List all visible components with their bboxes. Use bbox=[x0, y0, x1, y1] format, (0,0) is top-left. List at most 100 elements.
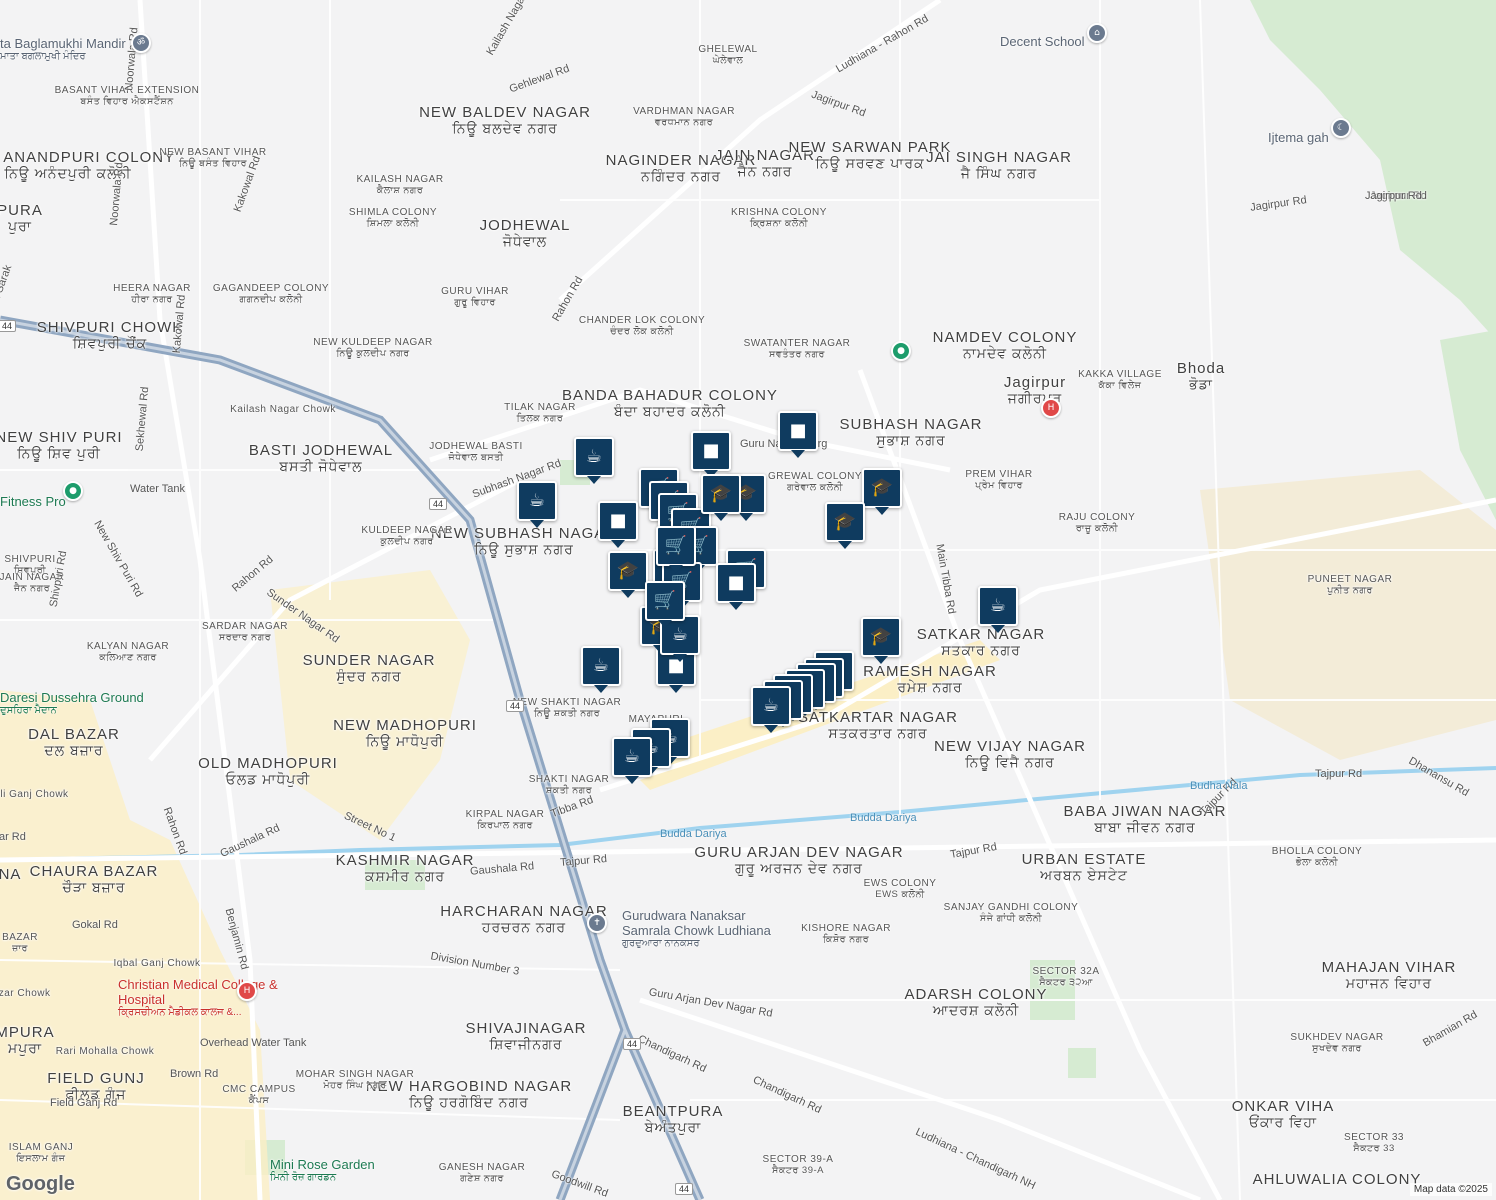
green-area bbox=[1440, 330, 1496, 520]
locality-name: KASHMIR NAGAR bbox=[335, 851, 475, 869]
locality-name-punjabi: ਕੈਲਾਸ਼ ਨਗਰ bbox=[376, 184, 424, 196]
map-attribution[interactable]: Map data ©2025 bbox=[1409, 1183, 1492, 1196]
locality-name-punjabi: ਤਿਲਕ ਨਗਰ bbox=[516, 412, 564, 424]
locality-label: GURU VIHAR ਗੁਰੂ ਵਿਹਾਰ bbox=[441, 285, 509, 307]
locality-name-punjabi: ਰਾਜੂ ਕਲੋਨੀ bbox=[1075, 522, 1119, 534]
hospital-icon[interactable]: H bbox=[237, 981, 257, 1001]
map-marker-shopping-bag[interactable]: ■ bbox=[691, 431, 731, 471]
locality-name-punjabi: ਨਿਊ ਬਲਦੇਵ ਨਗਰ bbox=[452, 119, 558, 136]
place-name-punjabi: ਗੁਰਦੁਆਰਾ ਨਾਨਕਸਰ bbox=[622, 938, 700, 949]
map-marker-coffee[interactable]: ☕ bbox=[978, 586, 1018, 626]
locality-name: GREWAL COLONY bbox=[767, 470, 863, 482]
locality-label: MPURA ਮਪੁਰਾ bbox=[0, 1025, 55, 1055]
road-label: Brown Rd bbox=[170, 1068, 219, 1080]
locality-label: PUNEET NAGAR ਪੁਨੀਤ ਨਗਰ bbox=[1308, 574, 1393, 595]
place-label[interactable]: ta Baglamukhi Mandir ਮਾਤਾ ਬਗਲਾਮੁਖੀ ਮੰਦਿਰ bbox=[0, 36, 126, 62]
locality-label: AHLUWALIA COLONY bbox=[1253, 1172, 1422, 1188]
locality-label: SATKAR NAGAR ਸਤਕਾਰ ਨਗਰ bbox=[917, 627, 1045, 657]
locality-name: RAJU COLONY bbox=[1058, 511, 1136, 523]
place-label[interactable]: Gurudwara Nanaksar Samrala Chowk Ludhian… bbox=[622, 908, 782, 949]
locality-name: BHOLLA COLONY bbox=[1271, 845, 1363, 857]
locality-name: OLD MADHOPURI bbox=[198, 754, 338, 772]
locality-name: KALYAN NAGAR bbox=[86, 640, 170, 652]
locality-label: SATKARTAR NAGAR ਸਤਕਰਤਾਰ ਨਗਰ bbox=[798, 710, 958, 740]
locality-label: EWS COLONY EWS ਕਲੋਨੀ bbox=[864, 878, 937, 899]
temple-icon[interactable]: ॐ bbox=[131, 33, 151, 53]
map-marker-cart[interactable]: 🛒 bbox=[656, 526, 696, 566]
map-marker-coffee[interactable]: ☕ bbox=[574, 437, 614, 477]
map-marker-coffee[interactable]: ☕ bbox=[581, 646, 621, 686]
locality-label: NEW SHAKTI NAGAR ਨਿਊ ਸ਼ਕਤੀ ਨਗਰ bbox=[513, 697, 622, 718]
school-icon: 🎓 bbox=[870, 477, 894, 498]
locality-name-punjabi: ਜ਼ਾਰ bbox=[12, 942, 28, 954]
locality-name: NEW SHIV PURI bbox=[0, 428, 123, 446]
poi-green-icon[interactable]: ● bbox=[891, 341, 911, 361]
school-icon: 🎓 bbox=[616, 560, 640, 581]
locality-name: PREM VIHAR bbox=[965, 468, 1033, 480]
locality-name: NEW ANANDPURI COLONY bbox=[0, 148, 176, 166]
water-label: Overhead Water Tank bbox=[200, 1037, 307, 1049]
map-marker-cart[interactable]: 🛒 bbox=[645, 581, 685, 621]
locality-name: GURU VIHAR bbox=[441, 285, 509, 297]
map-canvas[interactable]: NEW BALDEV NAGAR ਨਿਊ ਬਲਦੇਵ ਨਗਰ GHELEWAL ਘੇਲ… bbox=[0, 0, 1496, 1200]
water-label: Budda Dariya bbox=[850, 812, 917, 824]
map-marker-shopping-bag[interactable]: ■ bbox=[598, 501, 638, 541]
locality-name: SATKAR NAGAR bbox=[916, 625, 1046, 643]
locality-name-punjabi: ਆਦਰਸ਼ ਕਲੋਨੀ bbox=[932, 1001, 1020, 1018]
locality-name-punjabi: ਕਿਰਪਾਲ ਨਗਰ bbox=[477, 819, 533, 831]
map-marker-coffee[interactable]: ☕ bbox=[751, 686, 791, 726]
map-marker-school[interactable]: 🎓 bbox=[861, 617, 901, 657]
locality-label: Kailash Nagar Chowk bbox=[230, 404, 336, 416]
locality-name-punjabi: ਸਤਕਾਰ ਨਗਰ bbox=[941, 641, 1021, 658]
map-marker-shopping-bag[interactable]: ■ bbox=[778, 411, 818, 451]
place-name: ta Baglamukhi Mandir bbox=[0, 36, 126, 51]
locality-name: SUNDER NAGAR bbox=[302, 651, 436, 669]
green-area bbox=[1250, 0, 1496, 340]
locality-name-punjabi: ਚੌੜਾ ਬਜ਼ਾਰ bbox=[62, 878, 126, 895]
locality-name-punjabi: ਸੰਜੇ ਗਾਂਧੀ ਕਲੋਨੀ bbox=[979, 912, 1043, 924]
worship-icon[interactable]: ✝ bbox=[587, 913, 607, 933]
locality-name-punjabi: ਨਾਮਦੇਵ ਕਲੋਨੀ bbox=[963, 344, 1047, 361]
locality-name: KAKKA VILLAGE bbox=[1078, 368, 1162, 380]
locality-name-punjabi: ਨਿਊ ਹਰਗੋਬਿੰਦ ਨਗਰ bbox=[409, 1093, 529, 1110]
locality-label: SUBHASH NAGAR ਸੁਭਾਸ਼ ਨਗਰ bbox=[839, 417, 982, 447]
locality-label: JODHEWAL BASTI ਜੋਧੇਵਾਲ ਬਸਤੀ bbox=[429, 441, 523, 463]
map-marker-school[interactable]: 🎓 bbox=[862, 468, 902, 508]
place-label[interactable]: Fitness Pro bbox=[0, 494, 66, 509]
locality-label: Mali Ganj Chowk bbox=[0, 789, 69, 801]
shopping-bag-icon: ■ bbox=[727, 572, 745, 593]
place-label[interactable]: Ijtema gah bbox=[1268, 130, 1329, 145]
locality-name-punjabi: ਜੋਧੇਵਾਲ ਬਸਤੀ bbox=[448, 451, 504, 463]
locality-name-punjabi: ਭੋਡਾ bbox=[1189, 375, 1213, 392]
gym-icon[interactable]: ● bbox=[63, 481, 83, 501]
locality-label: SUNDER NAGAR ਸੁੰਦਰ ਨਗਰ bbox=[303, 653, 436, 683]
locality-name-punjabi: ਨਿਊ ਅਨੰਦਪੁਰੀ ਕਲੋਨੀ bbox=[4, 164, 132, 181]
map-marker-coffee[interactable]: ☕ bbox=[612, 737, 652, 777]
locality-label: ISLAM GANJ ਇਸਲਾਮ ਗੰਜ bbox=[9, 1142, 73, 1163]
locality-name-punjabi: ਦਲ ਬਜ਼ਾਰ bbox=[44, 741, 104, 758]
map-marker-school[interactable]: 🎓 bbox=[608, 551, 648, 591]
map-marker-coffee[interactable]: ☕ bbox=[517, 481, 557, 521]
locality-name: SUKHDEV NAGAR bbox=[1290, 1031, 1384, 1043]
locality-name: SANJAY GANDHI COLONY bbox=[943, 901, 1079, 913]
locality-label: KISHORE NAGAR ਕਿਸ਼ੋਰ ਨਗਰ bbox=[801, 923, 891, 944]
shopping-bag-icon: ■ bbox=[702, 440, 720, 461]
google-logo: Google bbox=[6, 1173, 75, 1195]
map-marker-school[interactable]: 🎓 bbox=[825, 502, 865, 542]
locality-name-punjabi: ਬਸੰਤ ਵਿਹਾਰ ਐਕਸਟੈਂਸ਼ਨ bbox=[80, 95, 174, 107]
place-label[interactable]: Daresi Dussehra Ground ਦੁਸਹਿਰਾ ਮੈਦਾਨ bbox=[0, 690, 144, 716]
locality-label: KAILASH NAGAR ਕੈਲਾਸ਼ ਨਗਰ bbox=[356, 174, 443, 196]
map-marker-school[interactable]: 🎓 bbox=[701, 474, 741, 514]
school-icon[interactable]: ⌂ bbox=[1087, 23, 1107, 43]
map-marker-shopping-bag[interactable]: ■ bbox=[716, 563, 756, 603]
hospital-icon[interactable]: H bbox=[1041, 398, 1061, 418]
locality-name: HEERA NAGAR bbox=[113, 282, 191, 294]
place-label[interactable]: Decent School bbox=[1000, 34, 1085, 49]
place-name: Gurudwara Nanaksar Samrala Chowk Ludhian… bbox=[622, 908, 771, 938]
place-label[interactable]: Mini Rose Garden ਮਿਨੀ ਰੋਜ਼ ਗਾਰਡਨ bbox=[270, 1157, 375, 1183]
locality-name: VARDHMAN NAGAR bbox=[633, 105, 735, 117]
locality-name: BEANTPURA bbox=[622, 1102, 724, 1120]
locality-name: Bazar Chowk bbox=[0, 987, 51, 999]
locality-label: NAMDEV COLONY ਨਾਮਦੇਵ ਕਲੋਨੀ bbox=[933, 330, 1078, 360]
mosque-icon[interactable]: ☾ bbox=[1331, 118, 1351, 138]
